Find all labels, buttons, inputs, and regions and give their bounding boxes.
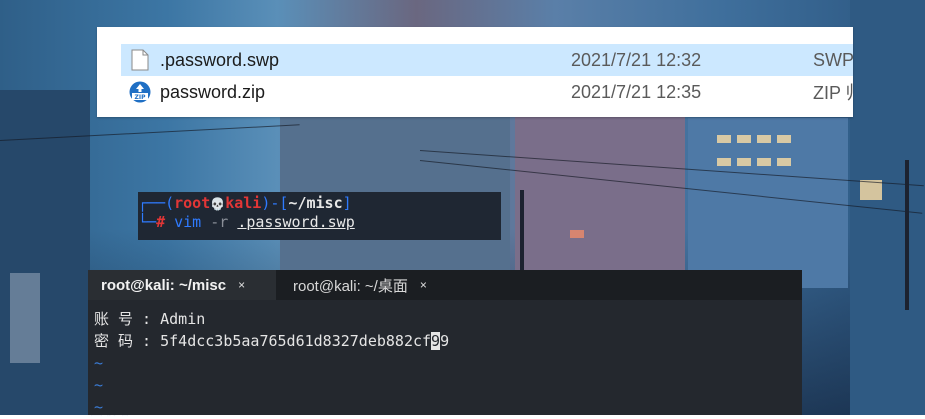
building-center [515, 100, 685, 295]
file-type: SWP [813, 49, 853, 70]
file-date: 2021/7/21 12:32 [571, 49, 702, 70]
file-type: ZIP 归 [813, 83, 853, 103]
file-row-password-zip[interactable]: ZIP password.zip 2021/7/21 12:35 ZIP 归 [121, 76, 853, 108]
password-last-char: 9 [440, 332, 450, 350]
skull-icon: 💀 [210, 197, 226, 211]
building-far-right [850, 0, 925, 415]
blank-file-icon [131, 49, 149, 71]
file-explorer: .password.swp 2021/7/21 12:32 SWP ZIP pa… [97, 27, 853, 117]
signal-pole [905, 160, 909, 310]
command-line: └─# vim -r .password.swp [138, 213, 355, 231]
window-light [757, 135, 771, 143]
file-name: .password.swp [160, 49, 280, 70]
tab-root-desktop[interactable]: root@kali: ~/桌面 × [280, 270, 466, 300]
terminal-window: root@kali: ~/misc × root@kali: ~/桌面 × 账 … [88, 270, 802, 416]
command-flag: -r [210, 213, 229, 231]
prompt-open-bracket: ┌──( [138, 194, 175, 212]
password-line: 密 码 : 5f4dcc3b5aa765d61d8327deb882cf99 [94, 330, 449, 351]
prompt-path: ~/misc [288, 194, 343, 212]
window-light [757, 158, 771, 166]
prompt-line: ┌──(root💀kali)-[~/misc] [138, 194, 352, 212]
vim-empty-line: ~ [94, 354, 104, 372]
command-file-arg: .password.swp [237, 213, 355, 231]
zip-file-icon: ZIP [129, 81, 151, 103]
close-icon[interactable]: × [238, 278, 245, 292]
window-light [777, 135, 791, 143]
window-light [570, 230, 584, 238]
terminal-output[interactable]: 账 号 : Admin 密 码 : 5f4dcc3b5aa765d61d8327… [88, 300, 802, 416]
terminal-prompt-snippet: ┌──(root💀kali)-[~/misc] └─# vim -r .pass… [138, 192, 501, 240]
window-light [777, 158, 791, 166]
close-icon[interactable]: × [420, 278, 427, 292]
prompt-user: root [174, 194, 211, 212]
vim-empty-line: ~ [94, 376, 104, 394]
file-date: 2021/7/21 12:35 [571, 81, 702, 102]
window-light [717, 135, 731, 143]
password-text: 密 码 : 5f4dcc3b5aa765d61d8327deb882cf [94, 332, 432, 350]
desktop-icon-sign [10, 273, 40, 363]
prompt-prefix: └─ [138, 213, 157, 231]
prompt-host: kali [225, 194, 262, 212]
file-name: password.zip [160, 81, 266, 102]
prompt-hash: # [156, 213, 166, 231]
window-light [737, 135, 751, 143]
prompt-close-bracket: ] [342, 194, 352, 212]
text-cursor: 9 [431, 332, 441, 350]
tab-label: root@kali: ~/misc [101, 276, 227, 294]
svg-text:ZIP: ZIP [135, 94, 147, 101]
prompt-separator: )-[ [261, 194, 289, 212]
terminal-tab-bar: root@kali: ~/misc × root@kali: ~/桌面 × [88, 270, 802, 300]
tab-label: root@kali: ~/桌面 [293, 277, 408, 295]
account-line: 账 号 : Admin [94, 310, 206, 328]
window-light [717, 158, 731, 166]
window-light [737, 158, 751, 166]
command-name: vim [174, 213, 202, 231]
file-row-password-swp[interactable]: .password.swp 2021/7/21 12:32 SWP [121, 44, 853, 76]
vim-empty-line: ~ [94, 398, 104, 416]
tab-root-misc[interactable]: root@kali: ~/misc × [88, 270, 276, 300]
